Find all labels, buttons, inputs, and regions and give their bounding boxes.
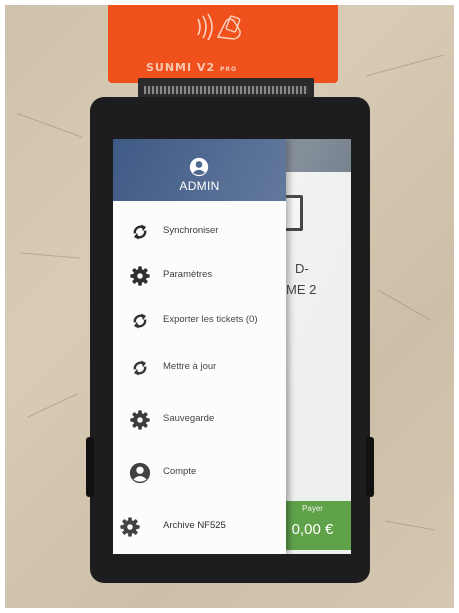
touchscreen[interactable]: D- ME 2 Payer 0,00 € ADMIN Synchroniser … [113, 139, 351, 554]
account-icon [129, 462, 151, 484]
menu-label: Mettre à jour [163, 361, 217, 372]
drawer-header: ADMIN [113, 139, 286, 201]
product-label-line2: ME 2 [286, 282, 317, 297]
menu-item-compte[interactable]: Compte [113, 457, 286, 491]
navigation-drawer: ADMIN Synchroniser Paramètres Exporter l… [113, 139, 286, 554]
device-brand: SUNMI V2 PRO [146, 61, 238, 74]
product-label-line1: D- [295, 261, 309, 276]
menu-label: Sauvegarde [163, 413, 215, 424]
menu-item-sauvegarde[interactable]: Sauvegarde [113, 404, 286, 438]
sync-icon [133, 360, 147, 376]
nfc-icon [197, 13, 241, 41]
gear-icon [120, 517, 140, 537]
menu-item-parametres[interactable]: Paramètres [113, 260, 286, 294]
menu-item-exporter-tickets[interactable]: Exporter les tickets (0) [113, 305, 286, 339]
menu-item-mettre-a-jour[interactable]: Mettre à jour [113, 352, 286, 386]
menu-label: Archive NF525 [163, 520, 226, 531]
menu-label: Synchroniser [163, 225, 219, 236]
menu-label: Compte [163, 466, 197, 477]
sync-icon [133, 313, 147, 329]
user-icon [189, 157, 209, 177]
menu-label: Exporter les tickets (0) [163, 314, 258, 325]
menu-item-synchroniser[interactable]: Synchroniser [113, 216, 286, 250]
sync-icon [133, 224, 147, 240]
menu-item-archive-nf525[interactable]: Archive NF525 [113, 511, 286, 545]
photo-background: SUNMI V2 PRO D- ME 2 Payer 0,00 € ADMIN … [5, 5, 454, 608]
menu-label: Paramètres [163, 269, 213, 280]
pos-device: D- ME 2 Payer 0,00 € ADMIN Synchroniser … [86, 97, 374, 583]
gear-icon [130, 266, 150, 286]
user-name: ADMIN [179, 179, 220, 193]
printer-cover: SUNMI V2 PRO [108, 5, 338, 83]
gear-icon [130, 410, 150, 430]
